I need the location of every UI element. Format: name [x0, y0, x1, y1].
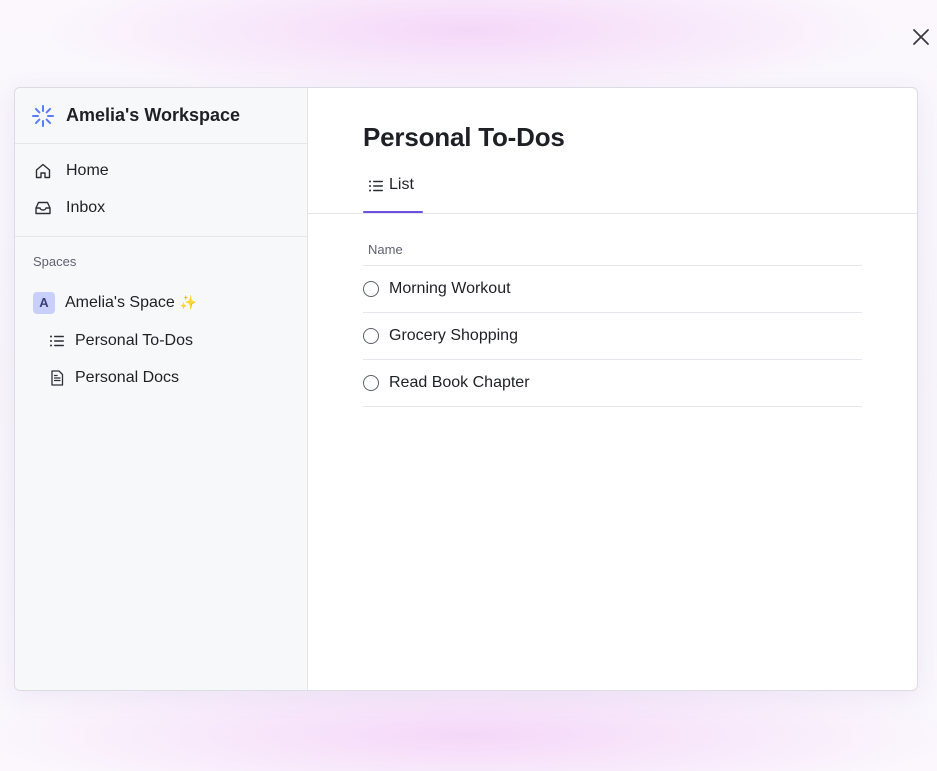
tab-list-view[interactable]: List	[363, 170, 423, 213]
nav-item-label: Inbox	[66, 198, 106, 216]
workspace-name: Amelia's Workspace	[66, 105, 241, 125]
close-button[interactable]	[908, 24, 934, 50]
task-name: Read Book Chapter	[389, 374, 530, 391]
task-status-checkbox[interactable]	[363, 281, 379, 297]
main-content: Personal To-Dos List Name Morning Workou…	[308, 88, 917, 690]
document-icon	[48, 369, 66, 387]
space-item-amelias-space[interactable]: A Amelia's Space ✨	[15, 283, 307, 322]
active-tab-indicator	[363, 211, 423, 213]
nav-item-label: Home	[66, 161, 109, 179]
nav-item-inbox[interactable]: Inbox	[15, 189, 307, 226]
column-header-name[interactable]: Name	[363, 233, 862, 266]
space-avatar: A	[33, 291, 55, 314]
sidebar-item-personal-todos[interactable]: Personal To-Dos	[15, 322, 307, 359]
home-icon	[33, 161, 53, 181]
task-name: Morning Workout	[389, 280, 511, 297]
tab-label: List	[389, 176, 414, 193]
list-icon	[368, 178, 384, 194]
task-row[interactable]: Read Book Chapter	[363, 360, 862, 407]
task-row[interactable]: Morning Workout	[363, 266, 862, 313]
task-status-checkbox[interactable]	[363, 328, 379, 344]
task-name: Grocery Shopping	[389, 327, 518, 344]
task-status-checkbox[interactable]	[363, 375, 379, 391]
page-title: Personal To-Dos	[363, 122, 565, 152]
close-icon	[913, 29, 929, 45]
task-row[interactable]: Grocery Shopping	[363, 313, 862, 360]
task-table: Name Morning Workout Grocery Shopping Re…	[363, 236, 862, 407]
main-nav: Home Inbox	[15, 144, 307, 237]
workspace-modal: Amelia's Workspace Home Inbox Spaces A A…	[14, 87, 918, 691]
workspace-header[interactable]: Amelia's Workspace	[15, 88, 307, 144]
sidebar: Amelia's Workspace Home Inbox Spaces A A…	[15, 88, 308, 690]
sidebar-item-personal-docs[interactable]: Personal Docs	[15, 359, 307, 396]
nav-item-home[interactable]: Home	[15, 152, 307, 189]
spinner-burst-icon	[31, 104, 55, 128]
sidebar-item-label: Personal Docs	[75, 368, 180, 386]
sparkle-icon: ✨	[179, 294, 198, 310]
space-name: Amelia's Space	[65, 293, 175, 311]
list-icon	[48, 332, 66, 350]
inbox-icon	[33, 198, 53, 218]
main-header: Personal To-Dos List	[308, 88, 917, 214]
spaces-section-label: Spaces	[33, 254, 77, 269]
sidebar-item-label: Personal To-Dos	[75, 331, 193, 349]
